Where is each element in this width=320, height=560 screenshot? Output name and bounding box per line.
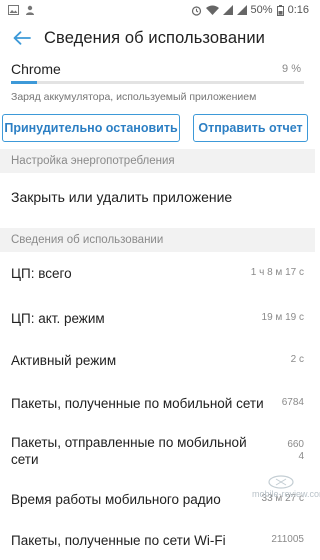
- battery-icon: [276, 4, 284, 16]
- image-notification-icon: [8, 5, 19, 15]
- usage-row: Активный режим 2 с: [0, 339, 315, 381]
- usage-row-label: ЦП: всего: [11, 265, 72, 281]
- usage-row: Пакеты, полученные по мобильной сети 678…: [0, 382, 315, 424]
- usage-row-value: 19 м 19 с: [261, 312, 304, 323]
- usage-row-label: Активный режим: [11, 352, 117, 368]
- page-title: Сведения об использовании: [44, 28, 265, 47]
- force-stop-button[interactable]: Принудительно остановить: [2, 114, 180, 142]
- usage-row: ЦП: акт. режим 19 м 19 с: [0, 297, 315, 339]
- app-usage-row: Chrome 9 %: [11, 61, 303, 77]
- usage-row-value: 660 4: [287, 439, 304, 462]
- signal-icon: [222, 5, 233, 15]
- send-report-button[interactable]: Отправить отчет: [193, 114, 308, 142]
- watermark-logo-icon: [268, 475, 294, 489]
- close-or-uninstall-label: Закрыть или удалить приложение: [11, 188, 233, 205]
- usage-row-label: Время работы мобильного радио: [11, 491, 221, 507]
- arrow-back-icon: [13, 31, 31, 45]
- watermark-text: mobile-review.com: [252, 489, 320, 499]
- app-name: Chrome: [11, 61, 61, 77]
- battery-percent: 50%: [250, 4, 273, 16]
- usage-progress-bar: [11, 81, 304, 84]
- clock: 0:16: [287, 4, 309, 16]
- person-notification-icon: [26, 5, 34, 15]
- usage-progress-fill: [11, 81, 38, 84]
- usage-details-header: Сведения об использовании: [0, 228, 315, 252]
- usage-row: Пакеты, отправленные по мобильной сети 6…: [0, 428, 315, 474]
- power-settings-header: Настройка энергопотребления: [0, 149, 315, 173]
- usage-row-label: Пакеты, отправленные по мобильной сети: [11, 435, 247, 467]
- usage-row-label: Пакеты, полученные по сети Wi-Fi: [11, 532, 226, 548]
- close-or-uninstall-item[interactable]: Закрыть или удалить приложение: [0, 176, 315, 218]
- app-bar: Сведения об использовании: [0, 20, 315, 56]
- signal-2-icon: [236, 5, 247, 15]
- back-button[interactable]: [0, 20, 44, 56]
- usage-row: Пакеты, полученные по сети Wi-Fi 211005: [0, 520, 315, 560]
- watermark: mobile-review.com: [252, 474, 320, 499]
- usage-row-value: 211005: [271, 534, 304, 545]
- app-usage-percent: 9 %: [282, 63, 301, 75]
- usage-row-label: Пакеты, полученные по мобильной сети: [11, 395, 264, 411]
- usage-row-value: 2 с: [290, 354, 304, 365]
- alarm-icon: [191, 5, 201, 16]
- wifi-icon: [205, 5, 219, 15]
- usage-row: ЦП: всего 1 ч 8 м 17 с: [0, 252, 315, 294]
- status-bar: 50% 0:16: [0, 0, 315, 20]
- app-usage-subtitle: Заряд аккумулятора, используемый приложе…: [11, 91, 257, 103]
- usage-row-value: 1 ч 8 м 17 с: [250, 267, 304, 278]
- usage-row-value: 6784: [281, 397, 304, 408]
- usage-row-label: ЦП: акт. режим: [11, 310, 105, 326]
